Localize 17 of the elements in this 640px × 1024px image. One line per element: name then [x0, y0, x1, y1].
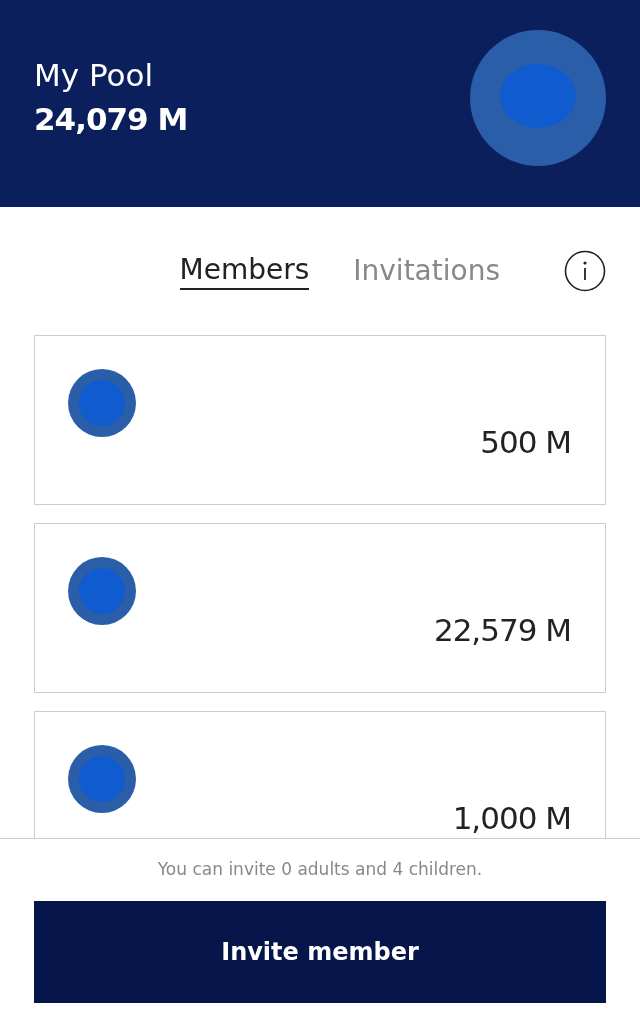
avatar-icon	[68, 369, 136, 437]
tab[interactable]: Members	[179, 252, 310, 290]
pool-balance: 24,079 M	[34, 100, 188, 137]
invite-note: You can invite 0 adults and 4 children.	[157, 859, 483, 879]
member-card[interactable]: 500 M	[34, 335, 606, 505]
avatar-icon	[68, 745, 136, 813]
info-icon[interactable]	[564, 250, 606, 292]
avatar-icon	[68, 557, 136, 625]
pool-title: My Pool	[34, 56, 155, 93]
member-points: 500 M	[480, 424, 571, 460]
tab[interactable]: Invitations	[353, 253, 500, 289]
member-card[interactable]: 22,579 M	[34, 523, 606, 693]
member-points: 1,000 M	[452, 800, 571, 836]
member-points: 22,579 M	[433, 612, 571, 648]
avatar-icon	[470, 29, 606, 166]
member-card[interactable]: 1,000 M	[34, 711, 606, 838]
invite-button[interactable]: Invite member	[34, 901, 606, 1003]
